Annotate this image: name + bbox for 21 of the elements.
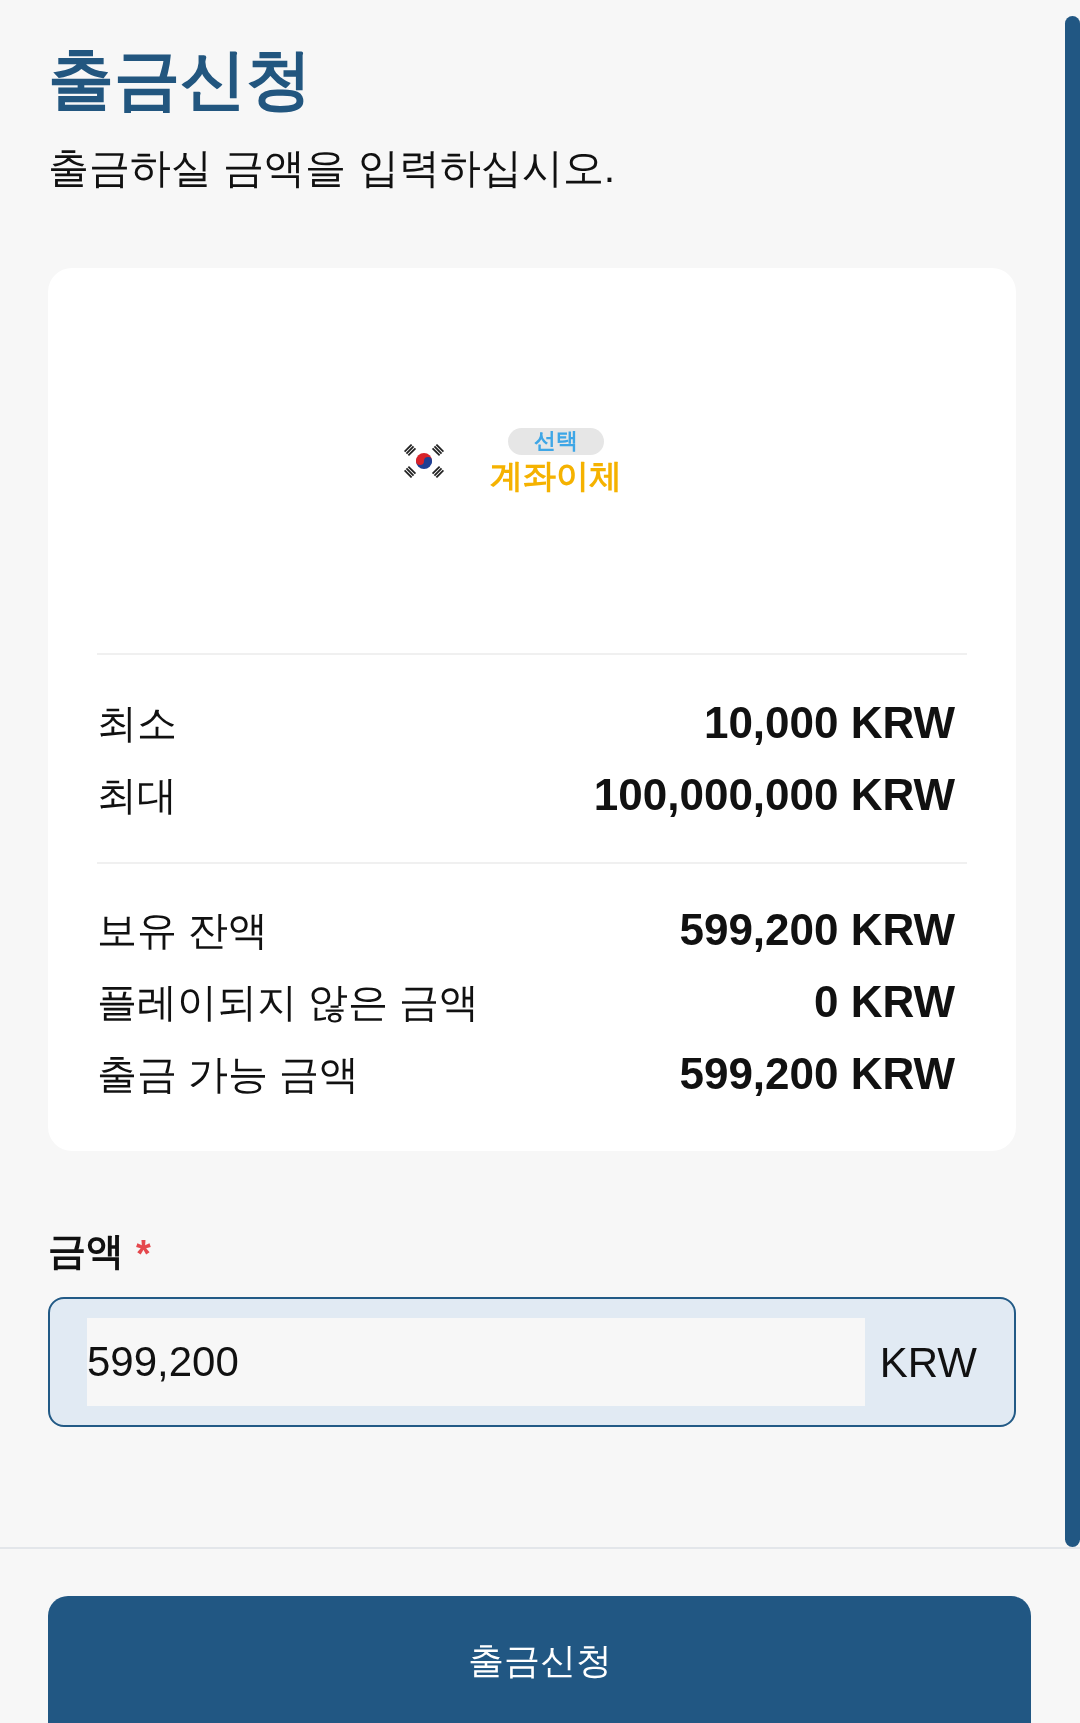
scrollbar-thumb[interactable] <box>1065 16 1080 1547</box>
info-label: 최대 <box>97 772 177 820</box>
amount-input[interactable]: 599,200 <box>87 1318 865 1407</box>
info-label: 최소 <box>97 700 177 748</box>
info-label: 플레이되지 않은 금액 <box>97 979 480 1027</box>
page-title: 출금신청 <box>48 41 312 118</box>
info-label: 보유 잔액 <box>97 907 269 955</box>
info-label: 출금 가능 금액 <box>97 1051 360 1099</box>
currency-unit: KRW <box>879 1338 977 1388</box>
required-mark: * <box>136 1235 151 1273</box>
info-value: 0 KRW <box>814 976 955 1029</box>
flag-icon <box>404 444 444 478</box>
info-value: 599,200 KRW <box>679 904 955 957</box>
submit-button[interactable]: 출금신청 <box>48 1596 1031 1723</box>
info-value: 599,200 KRW <box>679 1048 955 1101</box>
amount-label: 금액 <box>48 1229 124 1275</box>
info-value: 100,000,000 KRW <box>593 769 955 822</box>
option-tag: 선택 <box>508 427 604 455</box>
method-title: 계좌이체 <box>490 457 622 495</box>
info-value: 10,000 KRW <box>703 697 955 750</box>
page-subtitle: 출금하실 금액을 입력하십시오. <box>48 144 616 194</box>
